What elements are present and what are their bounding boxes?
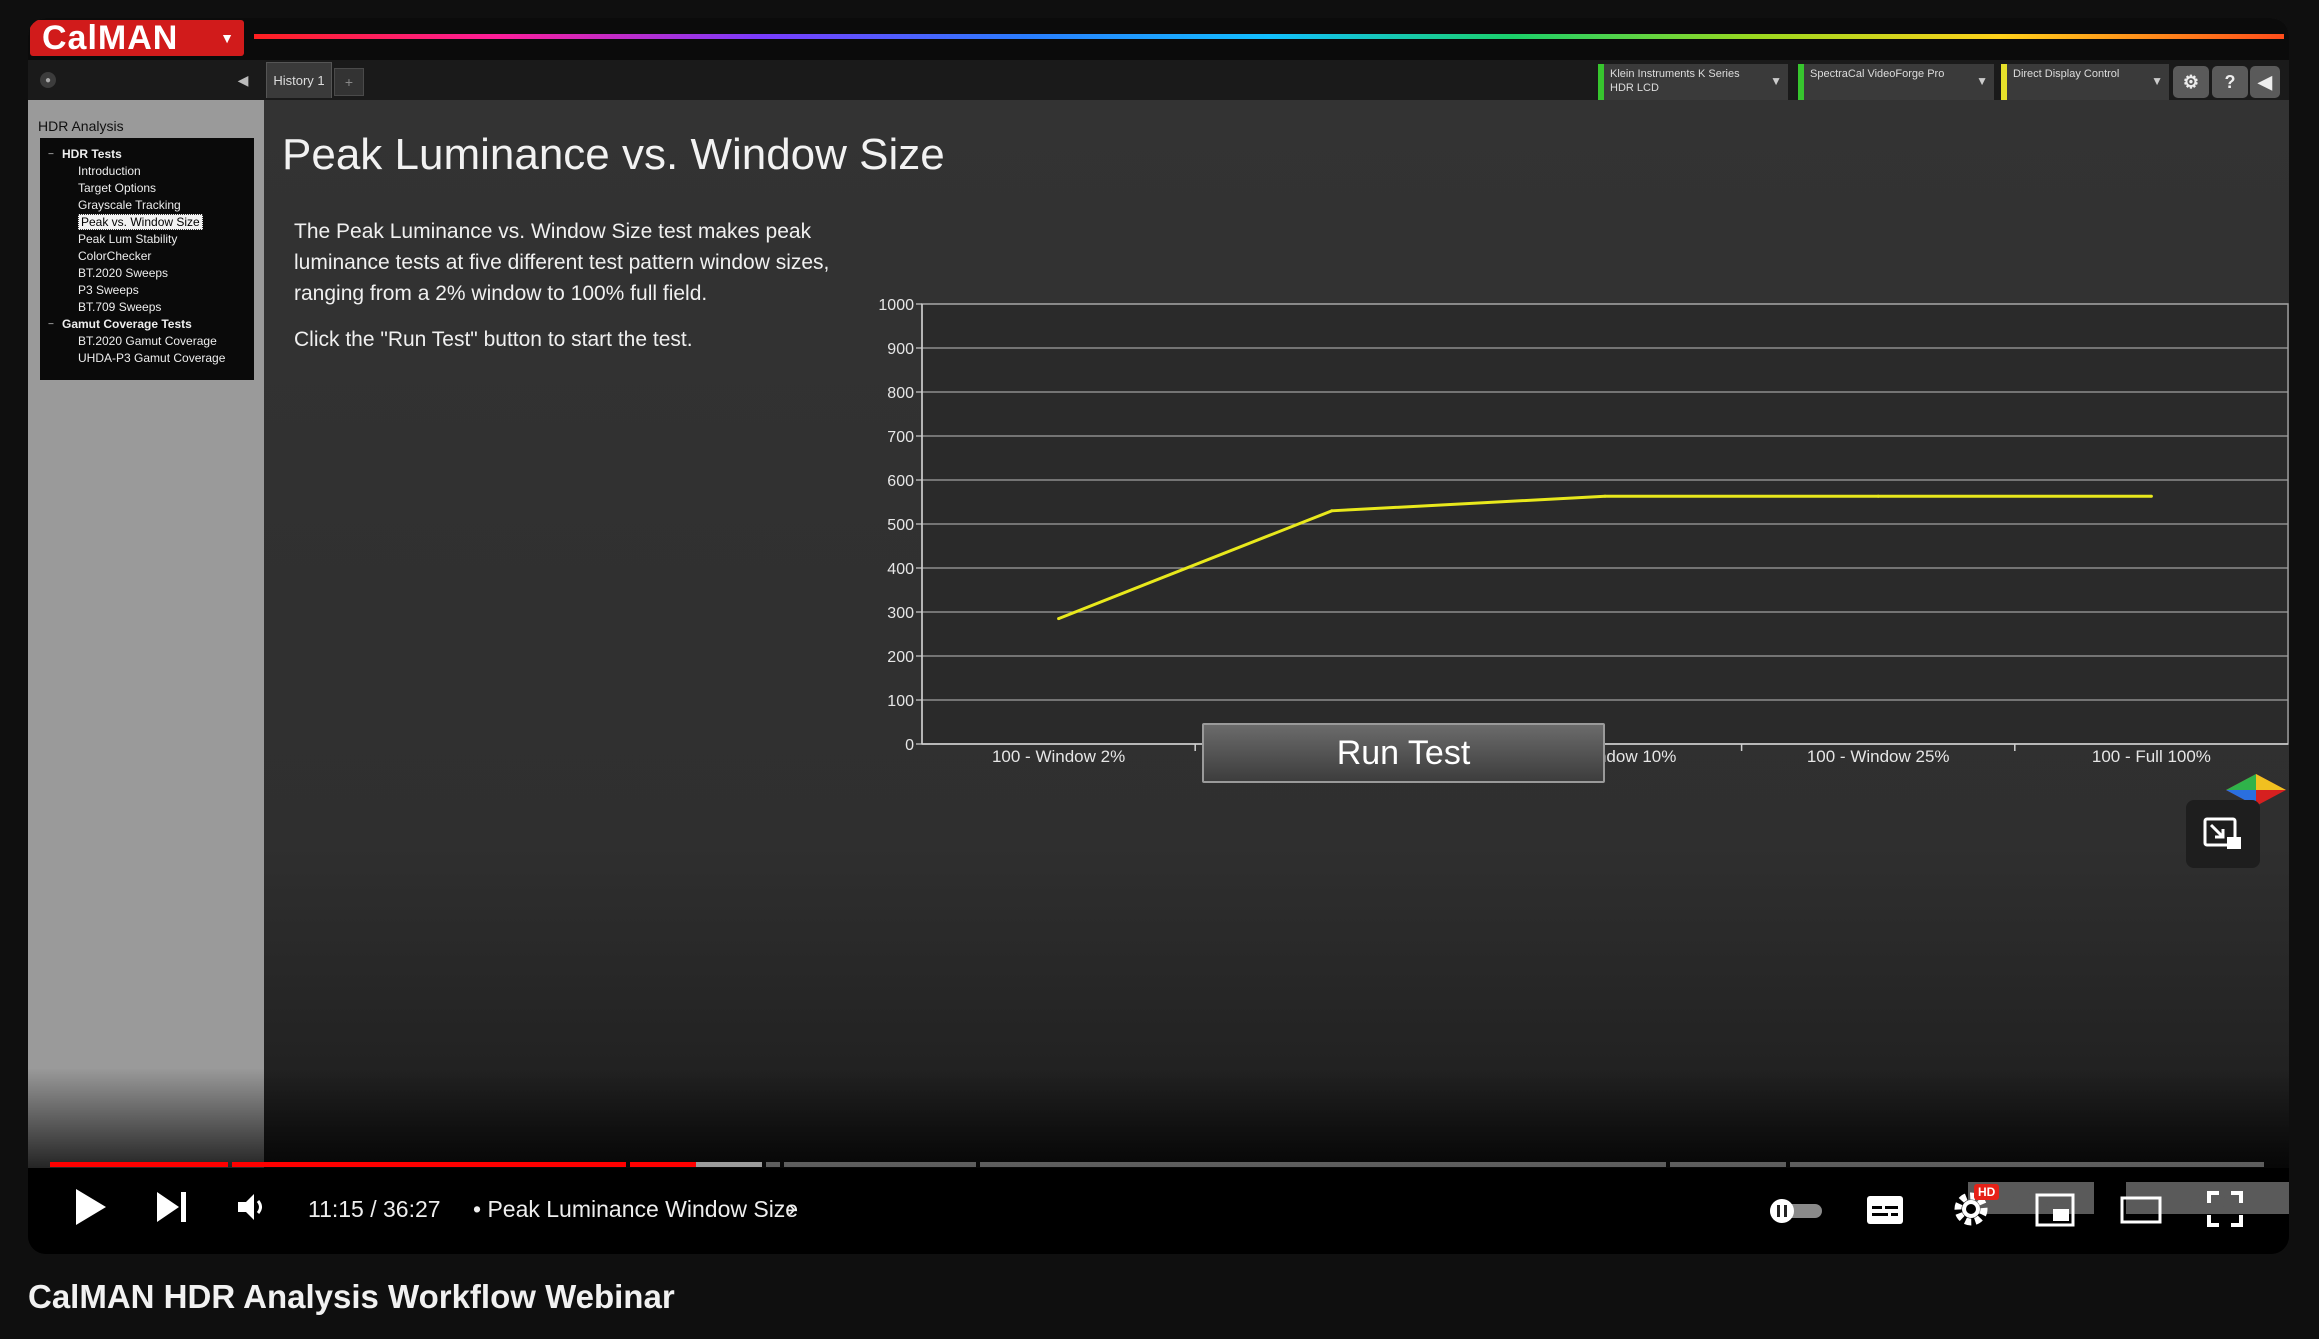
tree-item-grayscale-tracking[interactable]: Grayscale Tracking [40, 197, 254, 214]
y-tick-label: 900 [887, 341, 914, 358]
x-tick-label: 100 - Full 100% [2092, 747, 2211, 766]
tree-item-bt709-sweeps[interactable]: BT.709 Sweeps [40, 299, 254, 316]
data-point [2149, 494, 2153, 498]
captions-icon[interactable] [1862, 1190, 1908, 1230]
buffer-segment [696, 1162, 762, 1167]
add-tab-button[interactable]: + [334, 68, 364, 96]
chapter-segment[interactable] [1790, 1162, 2264, 1167]
rainbow-divider [254, 34, 2284, 39]
chapter-segment[interactable] [980, 1162, 1666, 1167]
device-display-select[interactable]: Direct Display Control ▼ [2001, 64, 2169, 100]
chevron-right-icon[interactable]: › [788, 1195, 796, 1223]
workflow-sidebar: HDR Analysis − HDR Tests Introduction Tar… [28, 100, 264, 1168]
collapse-icon[interactable]: − [48, 146, 54, 163]
device-name: Direct Display Control [2013, 68, 2120, 80]
sidebar-heading: HDR Analysis [38, 118, 124, 134]
workflow-tree: − HDR Tests Introduction Target Options G… [40, 138, 254, 380]
miniplayer-icon[interactable] [2032, 1190, 2078, 1230]
chevron-down-icon: ▼ [2151, 74, 2163, 88]
device-name: Klein Instruments K Series [1610, 68, 1740, 80]
tree-item-colorchecker[interactable]: ColorChecker [40, 248, 254, 265]
calman-logo-menu[interactable]: CalMAN ▼ [30, 18, 244, 57]
chapter-segment[interactable] [232, 1162, 626, 1167]
chapter-segment[interactable] [50, 1162, 228, 1167]
x-tick-label: 100 - Window 2% [992, 747, 1125, 766]
y-tick-label: 800 [887, 385, 914, 402]
tree-item-bt2020-gamut[interactable]: BT.2020 Gamut Coverage [40, 333, 254, 350]
tree-item-uhda-p3-gamut[interactable]: UHDA-P3 Gamut Coverage [40, 350, 254, 367]
data-point [1876, 494, 1880, 498]
main-panel: Peak Luminance vs. Window Size The Peak … [264, 100, 2289, 1168]
mute-button[interactable] [234, 1188, 270, 1226]
y-tick-label: 700 [887, 429, 914, 446]
play-button[interactable] [68, 1184, 112, 1230]
chapter-segment-current[interactable] [630, 1162, 696, 1167]
hd-badge: HD [1974, 1184, 2000, 1200]
calman-title-bar: CalMAN ▼ [28, 18, 2289, 60]
calman-logo-text: CalMAN [42, 18, 179, 57]
collapse-right-icon[interactable]: ◀ [2250, 66, 2280, 98]
y-tick-label: 400 [887, 561, 914, 578]
chapter-segment[interactable] [1670, 1162, 1786, 1167]
tree-item-p3-sweeps[interactable]: P3 Sweeps [40, 282, 254, 299]
help-button[interactable]: ? [2212, 66, 2248, 98]
data-point [1603, 494, 1607, 498]
theater-mode-icon[interactable] [2118, 1192, 2164, 1228]
test-description: The Peak Luminance vs. Window Size test … [294, 220, 830, 305]
chevron-down-icon: ▼ [1976, 74, 1988, 88]
video-player[interactable]: CalMAN ▼ ● ◀ History 1 + Klein Instrumen… [28, 18, 2289, 1254]
x-tick-label: 100 - Window 25% [1807, 747, 1950, 766]
tree-item-peak-vs-window-size[interactable]: Peak vs. Window Size [40, 214, 254, 231]
fullscreen-icon[interactable] [2204, 1188, 2246, 1230]
luminance-chart: 0 100 200 300 400 500 600 700 800 900 1000 100 - W… [878, 297, 2289, 766]
collapse-left-icon[interactable]: ◀ [234, 70, 252, 90]
tree-group-gamut-coverage[interactable]: − Gamut Coverage Tests [40, 316, 254, 333]
y-tick-label: 100 [887, 693, 914, 710]
collapse-icon[interactable]: − [48, 316, 54, 333]
time-display: 11:15 / 36:27 [308, 1196, 441, 1222]
page-title: Peak Luminance vs. Window Size [282, 130, 945, 179]
data-point [1330, 509, 1334, 513]
y-tick-label: 200 [887, 649, 914, 666]
next-video-button[interactable] [152, 1186, 192, 1228]
tree-group-hdr-tests[interactable]: − HDR Tests [40, 146, 254, 163]
autoplay-toggle[interactable] [1766, 1198, 1826, 1224]
tree-item-peak-lum-stability[interactable]: Peak Lum Stability [40, 231, 254, 248]
expand-icon[interactable] [2186, 800, 2260, 868]
y-tick-label: 0 [905, 737, 914, 754]
device-meter-select[interactable]: Klein Instruments K Series HDR LCD ▼ [1598, 64, 1788, 100]
chapter-title[interactable]: • Peak Luminance Window Size [473, 1196, 798, 1223]
tree-item-introduction[interactable]: Introduction [40, 163, 254, 180]
chapter-segment[interactable] [784, 1162, 976, 1167]
y-tick-label: 300 [887, 605, 914, 622]
video-title: CalMAN HDR Analysis Workflow Webinar [28, 1278, 675, 1315]
calman-app: CalMAN ▼ ● ◀ History 1 + Klein Instrumen… [28, 18, 2289, 1168]
chevron-down-icon: ▼ [220, 30, 234, 46]
test-instruction: Click the "Run Test" button to start the… [294, 328, 693, 351]
pin-icon[interactable]: ● [40, 72, 56, 88]
tree-item-target-options[interactable]: Target Options [40, 180, 254, 197]
tree-item-bt2020-sweeps[interactable]: BT.2020 Sweeps [40, 265, 254, 282]
progress-bar[interactable] [50, 1162, 2264, 1167]
device-mode: HDR LCD [1610, 82, 1659, 94]
device-name: SpectraCal VideoForge Pro [1810, 68, 1945, 80]
y-tick-label: 500 [887, 517, 914, 534]
chevron-down-icon: ▼ [1770, 74, 1782, 88]
run-test-button[interactable]: Run Test [1202, 723, 1605, 783]
y-tick-label: 1000 [878, 297, 914, 314]
gear-icon[interactable]: ⚙ [2173, 66, 2209, 98]
device-generator-select[interactable]: SpectraCal VideoForge Pro ▼ [1798, 64, 1994, 100]
data-point [1057, 617, 1061, 621]
chapter-segment[interactable] [766, 1162, 780, 1167]
y-tick-label: 600 [887, 473, 914, 490]
tab-history-1[interactable]: History 1 [266, 62, 332, 98]
